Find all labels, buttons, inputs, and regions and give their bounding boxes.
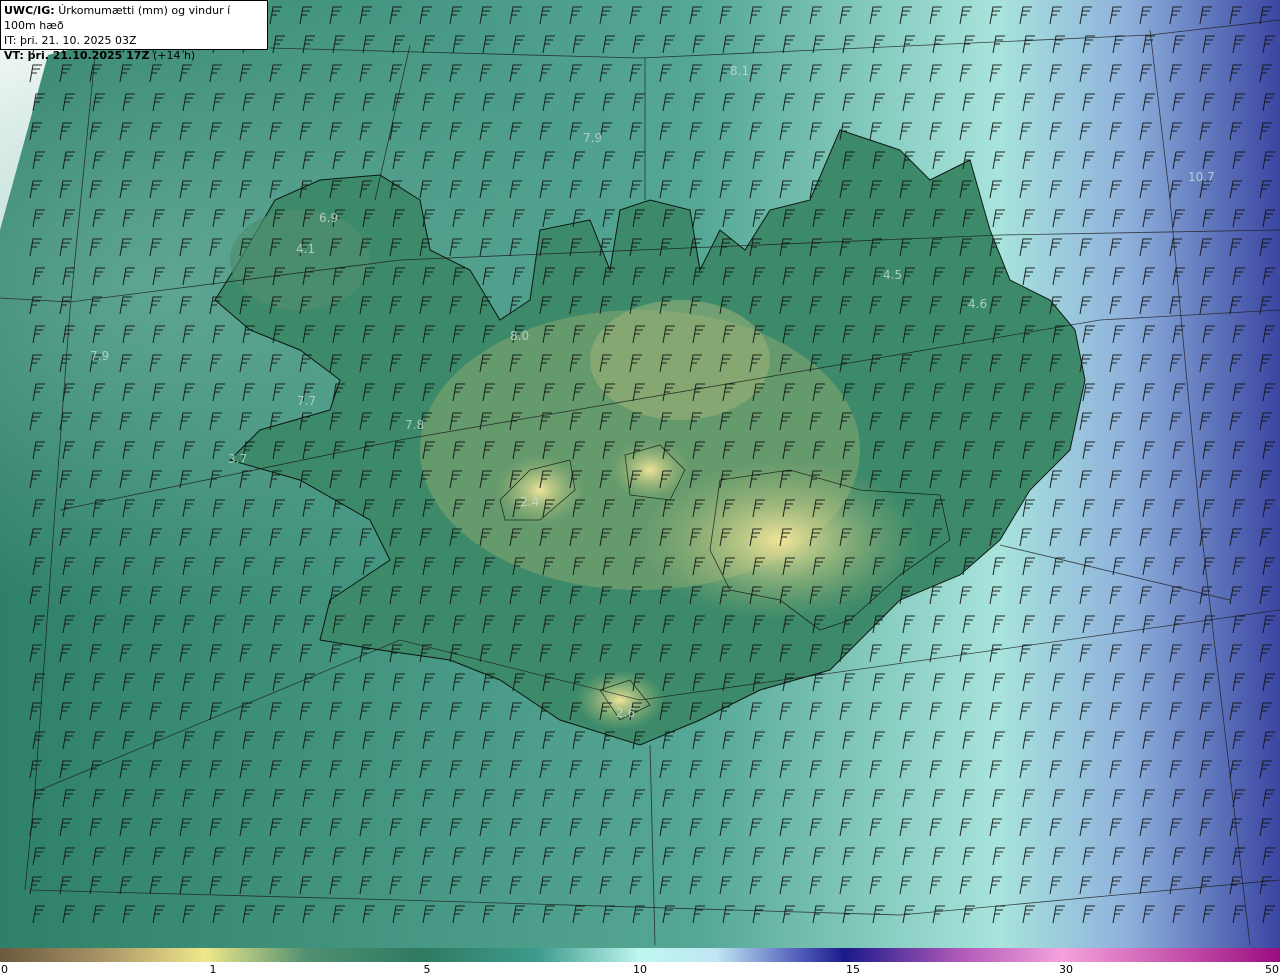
value-label: 8.0 — [510, 329, 529, 343]
colorbar-tick: 1 — [209, 963, 217, 976]
colorbar-strip — [0, 948, 1280, 962]
value-label: 4.5 — [883, 268, 902, 282]
colorbar-tick: 30 — [1059, 963, 1073, 976]
colorbar-tick: 5 — [423, 963, 431, 976]
value-label: 2.6 — [616, 706, 635, 720]
colorbar-tick: 15 — [846, 963, 860, 976]
value-label: 4.6 — [968, 297, 987, 311]
colorbar-tick: 50 — [1265, 963, 1279, 976]
value-label: 3.7 — [228, 452, 247, 466]
value-label: 7.7 — [297, 394, 316, 408]
valid-time-value: VT: þri. 21.10.2025 17Z — [4, 49, 150, 62]
value-label: 7.9 — [90, 349, 109, 363]
valid-time: VT: þri. 21.10.2025 17Z (+14 h) — [4, 48, 264, 63]
value-label: 8.1 — [730, 64, 749, 78]
forecast-offset: (+14 h) — [152, 49, 196, 62]
colorbar: 0 1 5 10 15 30 50 — [0, 948, 1280, 978]
colorbar-tick: 0 — [1, 963, 8, 976]
model-name: UWC/IG: — [4, 4, 55, 17]
value-label: 4.1 — [296, 242, 315, 256]
value-label: 7.8 — [405, 418, 424, 432]
precipitation-wind-map: 8.1 7.9 6.9 4.1 4.5 4.6 10.7 7.9 8.0 7.7… — [0, 0, 1280, 948]
value-label: 7.9 — [583, 131, 602, 145]
value-label: 2.4 — [520, 495, 539, 509]
value-label: 6.9 — [319, 211, 338, 225]
initial-time: IT: þri. 21. 10. 2025 03Z — [4, 34, 137, 47]
value-label: 10.7 — [1188, 170, 1215, 184]
map-header: UWC/IG: Úrkomumætti (mm) og vindur í 100… — [0, 0, 268, 62]
map-title: UWC/IG: Úrkomumætti (mm) og vindur í 100… — [4, 3, 264, 33]
colorbar-tick: 10 — [633, 963, 647, 976]
